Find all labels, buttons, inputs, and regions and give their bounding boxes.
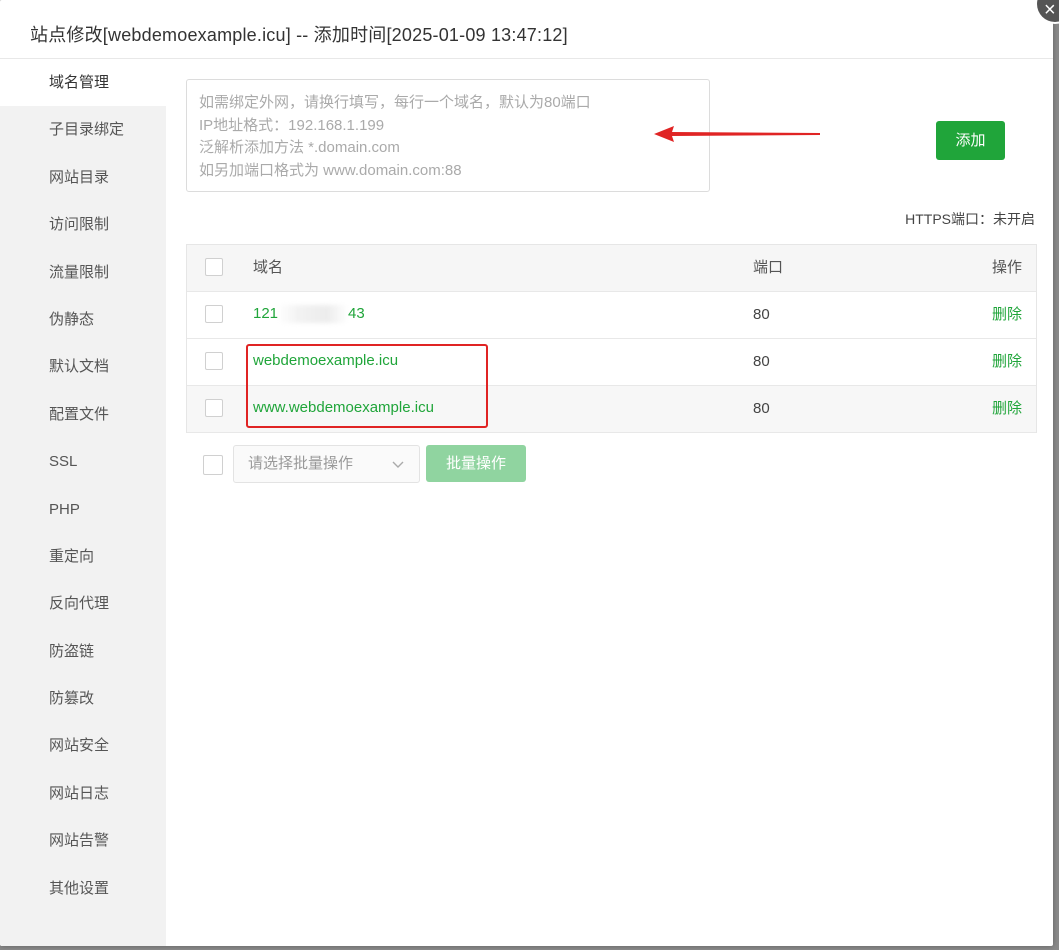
table-row: webdemoexample.icu 80 删除	[187, 339, 1036, 386]
sidebar-item-redirect[interactable]: 重定向	[0, 533, 166, 580]
sidebar-item-config-file[interactable]: 配置文件	[0, 391, 166, 438]
sidebar-item-php[interactable]: PHP	[0, 486, 166, 533]
sidebar-item-traffic-limit[interactable]: 流量限制	[0, 249, 166, 296]
domain-suffix: 43	[348, 305, 365, 322]
dialog-title: 站点修改[webdemoexample.icu] -- 添加时间[2025-01…	[30, 25, 568, 45]
sidebar-item-site-alert[interactable]: 网站告警	[0, 817, 166, 864]
redacted-block	[278, 305, 349, 324]
sidebar-item-ssl[interactable]: SSL	[0, 438, 166, 485]
delete-link[interactable]: 删除	[992, 386, 1022, 432]
domain-input-placeholder-line: IP地址格式：192.168.1.199	[199, 116, 385, 134]
domain-input-placeholder-line: 如另加端口格式为 www.domain.com:88	[199, 161, 462, 179]
domain-link[interactable]: www.webdemoexample.icu	[253, 386, 434, 430]
batch-select-all-checkbox[interactable]	[203, 455, 223, 475]
close-icon: ×	[1044, 0, 1056, 21]
delete-link[interactable]: 删除	[992, 339, 1022, 385]
sidebar-item-other-settings[interactable]: 其他设置	[0, 865, 166, 912]
sidebar-item-domain-management[interactable]: 域名管理	[0, 59, 166, 107]
add-domain-button[interactable]: 添加	[936, 121, 1005, 160]
domain-prefix: 121	[253, 305, 279, 322]
settings-sidebar: 域名管理 子目录绑定 网站目录 访问限制 流量限制 伪静态 默认文档 配置文件 …	[0, 59, 166, 946]
sidebar-item-rewrite[interactable]: 伪静态	[0, 296, 166, 343]
domain-management-panel: 如需绑定外网，请换行填写，每行一个域名，默认为80端口 IP地址格式：192.1…	[166, 59, 1053, 946]
sidebar-item-hotlink-protection[interactable]: 防盗链	[0, 628, 166, 675]
sidebar-item-default-document[interactable]: 默认文档	[0, 343, 166, 390]
sidebar-item-site-directory[interactable]: 网站目录	[0, 154, 166, 201]
column-header-port: 端口	[753, 259, 784, 276]
batch-operation-select[interactable]: 请选择批量操作	[233, 445, 420, 483]
batch-operation-bar: 请选择批量操作 批量操作	[186, 445, 786, 483]
batch-operation-button[interactable]: 批量操作	[426, 445, 526, 482]
domain-input-placeholder-line: 泛解析添加方法 *.domain.com	[199, 139, 400, 156]
batch-select-placeholder: 请选择批量操作	[248, 455, 354, 472]
sidebar-item-tamper-protection[interactable]: 防篡改	[0, 675, 166, 722]
port-cell: 80	[753, 353, 770, 370]
row-checkbox[interactable]	[205, 305, 223, 323]
row-checkbox[interactable]	[205, 352, 223, 370]
sidebar-item-access-limit[interactable]: 访问限制	[0, 201, 166, 248]
sidebar-item-site-security[interactable]: 网站安全	[0, 722, 166, 769]
site-edit-dialog: 站点修改[webdemoexample.icu] -- 添加时间[2025-01…	[0, 0, 1053, 946]
table-header-row: 域名 端口 操作	[187, 245, 1036, 292]
sidebar-item-reverse-proxy[interactable]: 反向代理	[0, 580, 166, 627]
https-port-status: HTTPS端口：未开启	[905, 211, 1035, 227]
domain-table: 域名 端口 操作 121 43 80 删除 webdemoexample.icu …	[186, 244, 1037, 433]
table-row: www.webdemoexample.icu 80 删除	[187, 386, 1036, 433]
table-row: 121 43 80 删除	[187, 292, 1036, 339]
domain-link[interactable]: webdemoexample.icu	[253, 339, 398, 383]
domain-input[interactable]: 如需绑定外网，请换行填写，每行一个域名，默认为80端口 IP地址格式：192.1…	[186, 79, 710, 192]
dialog-header: 站点修改[webdemoexample.icu] -- 添加时间[2025-01…	[0, 6, 1053, 59]
sidebar-item-subdirectory-binding[interactable]: 子目录绑定	[0, 106, 166, 153]
domain-input-placeholder-line: 如需绑定外网，请换行填写，每行一个域名，默认为80端口	[199, 94, 591, 111]
select-all-checkbox[interactable]	[205, 258, 223, 276]
port-cell: 80	[753, 306, 770, 323]
annotation-arrow-icon	[654, 126, 820, 142]
column-header-domain: 域名	[253, 259, 284, 276]
chevron-down-icon	[392, 461, 404, 468]
domain-link[interactable]: 121 43	[253, 292, 365, 336]
port-cell: 80	[753, 400, 770, 417]
column-header-action: 操作	[991, 259, 1022, 276]
sidebar-item-site-log[interactable]: 网站日志	[0, 770, 166, 817]
delete-link[interactable]: 删除	[992, 292, 1022, 338]
row-checkbox[interactable]	[205, 399, 223, 417]
